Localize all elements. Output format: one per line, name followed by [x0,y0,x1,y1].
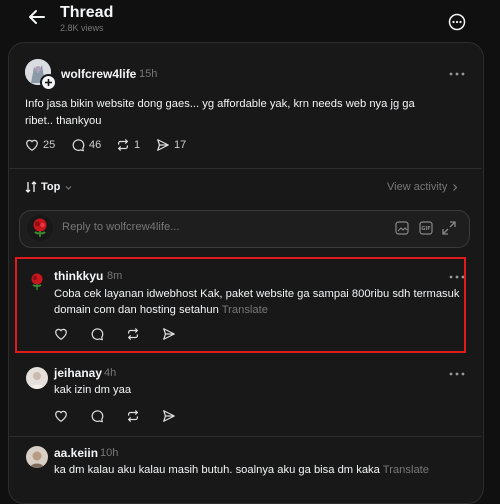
chevron-down-icon [64,183,73,192]
expand-icon[interactable] [441,220,457,236]
chevron-right-icon [451,183,459,192]
follow-plus-icon[interactable] [40,74,57,91]
repost-icon [116,138,130,152]
translate-link[interactable]: Translate [383,464,429,476]
reply-avatar[interactable] [26,446,48,468]
like-count: 25 [43,139,56,151]
more-options-icon[interactable] [447,12,467,32]
current-user-avatar [27,215,53,241]
highlight-box [15,257,466,353]
divider [9,436,481,437]
reply-more-icon[interactable] [448,367,466,381]
divider [9,168,481,169]
repost-icon[interactable] [126,409,140,423]
view-activity-label: View activity [387,181,448,193]
post-username[interactable]: wolfcrew4life [61,67,136,81]
comment-icon [71,138,85,152]
reply-input-placeholder[interactable]: Reply to wolfcrew4life... [62,221,180,233]
send-icon[interactable] [162,409,176,423]
reply-username[interactable]: aa.keiin [54,446,98,460]
share-action[interactable]: 17 [156,138,186,152]
reply-actions [54,409,176,423]
svg-text:GIF: GIF [421,226,430,232]
view-count: 2.8K views [60,23,104,33]
sort-arrows-icon [25,181,37,193]
page-title: Thread [60,4,114,21]
view-activity-link[interactable]: View activity [387,181,459,193]
reply-username[interactable]: jeihanay [54,366,102,380]
reply-text-line1: kak izin dm yaa [54,384,132,396]
comment-icon[interactable] [90,409,104,423]
post-text-line2: ribet.. thankyou [25,115,102,127]
sort-label: Top [41,181,61,193]
send-icon [156,138,170,152]
heart-icon[interactable] [54,409,68,423]
back-arrow-icon[interactable] [26,6,48,28]
comment-action[interactable]: 46 [71,138,101,152]
sort-dropdown[interactable]: Top [25,181,73,193]
comment-count: 46 [89,139,102,151]
gif-icon[interactable]: GIF [419,221,433,235]
image-attach-icon[interactable] [395,221,409,235]
post-time: 15h [139,68,158,80]
repost-count: 1 [134,139,141,151]
like-action[interactable]: 25 [25,138,55,152]
reply-time: 4h [104,367,117,379]
reply-avatar[interactable] [26,367,48,389]
repost-action[interactable]: 1 [116,138,140,152]
heart-icon [25,138,39,152]
post-more-icon[interactable] [448,67,466,81]
share-count: 17 [174,139,187,151]
reply-time: 10h [100,447,119,459]
reply-text-line1: ka dm kalau aku kalau masih butuh. soaln… [54,464,430,476]
